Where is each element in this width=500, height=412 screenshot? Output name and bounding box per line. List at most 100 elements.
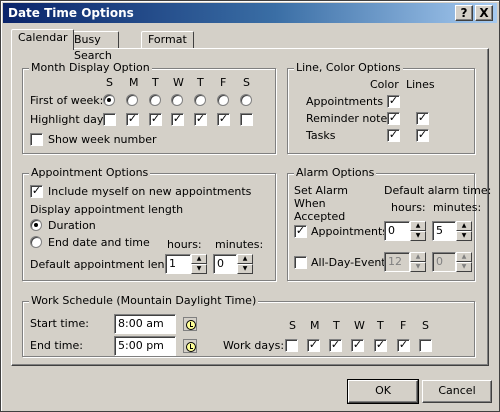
tasks-lines-checkbox[interactable]: ✓: [416, 129, 429, 142]
highlight-day-label: Highlight day:: [30, 113, 107, 126]
reminder-lines-checkbox[interactable]: ✓: [416, 112, 429, 125]
workday-checkbox-tue[interactable]: ✓: [329, 339, 342, 352]
alarm-allday-minutes-down-arrow-icon[interactable]: ▼: [456, 262, 472, 272]
first-of-week-radio-thu[interactable]: [194, 94, 206, 106]
line-color-row-appointments: Appointments: [306, 95, 384, 108]
first-of-week-radio-sat[interactable]: [240, 94, 252, 106]
highlight-checkbox-tue[interactable]: ✓: [149, 113, 162, 126]
work-day-header-tue: T: [333, 319, 340, 332]
workday-checkbox-sun[interactable]: [285, 339, 298, 352]
line-color-legend: Line, Color Options: [294, 61, 403, 74]
highlight-checkbox-thu[interactable]: ✓: [194, 113, 207, 126]
work-schedule-legend: Work Schedule (Mountain Daylight Time): [29, 294, 259, 307]
month-day-header-mon: M: [129, 76, 139, 89]
alarm-appt-minutes-input[interactable]: 5: [432, 221, 456, 241]
appt-hours-down-arrow-icon[interactable]: ▼: [191, 264, 207, 274]
start-time-input[interactable]: 8:00 am: [114, 314, 176, 334]
appt-hours-input[interactable]: 1: [165, 254, 191, 274]
work-day-header-sat: S: [422, 319, 429, 332]
appointments-color-checkbox[interactable]: ✓: [387, 95, 400, 108]
appt-minutes-down-arrow-icon[interactable]: ▼: [237, 264, 253, 274]
alarm-minutes-label: minutes:: [433, 201, 482, 214]
title-bar: Date Time Options ? X: [3, 3, 497, 23]
alarm-appt-hours-down-arrow-icon[interactable]: ▼: [410, 231, 426, 241]
alarm-all-day-label: All-Day-Events: [311, 256, 392, 269]
end-time-clock-icon[interactable]: [183, 339, 197, 353]
help-button[interactable]: ?: [455, 5, 473, 21]
tasks-color-checkbox[interactable]: ✓: [387, 129, 400, 142]
alarm-appt-hours-up-arrow-icon[interactable]: ▲: [410, 221, 426, 231]
alarm-appt-hours-input[interactable]: 0: [384, 221, 410, 241]
workday-checkbox-mon[interactable]: ✓: [307, 339, 320, 352]
alarm-appt-minutes-down-arrow-icon[interactable]: ▼: [456, 231, 472, 241]
end-time-label: End time:: [30, 339, 83, 352]
appt-minutes-input[interactable]: 0: [213, 254, 237, 274]
reminder-color-checkbox[interactable]: ✓: [387, 112, 400, 125]
appt-minutes-label: minutes:: [215, 238, 264, 251]
month-display-legend: Month Display Option: [29, 61, 152, 74]
line-color-row-tasks: Tasks: [306, 129, 336, 142]
start-time-label: Start time:: [30, 317, 89, 330]
alarm-allday-hours-down-arrow-icon[interactable]: ▼: [410, 262, 426, 272]
work-day-header-fri: F: [400, 319, 407, 332]
alarm-options-legend: Alarm Options: [294, 166, 377, 179]
close-button[interactable]: X: [475, 5, 493, 21]
first-of-week-radio-sun[interactable]: [103, 94, 115, 106]
ok-button[interactable]: OK: [347, 379, 419, 404]
include-myself-label: Include myself on new appointments: [48, 185, 252, 198]
tab-busy-search[interactable]: Busy Search: [67, 31, 119, 62]
highlight-checkbox-sun[interactable]: [103, 113, 116, 126]
workday-checkbox-fri[interactable]: ✓: [397, 339, 410, 352]
show-week-number-checkbox[interactable]: [30, 133, 43, 146]
alarm-allday-minutes-up-arrow-icon[interactable]: ▲: [456, 252, 472, 262]
first-of-week-radio-wed[interactable]: [171, 94, 183, 106]
first-of-week-radio-fri[interactable]: [217, 94, 229, 106]
display-length-label: Display appointment length: [30, 203, 184, 216]
highlight-checkbox-sat[interactable]: [240, 113, 253, 126]
workday-checkbox-wed[interactable]: ✓: [351, 339, 364, 352]
end-time-input[interactable]: 5:00 pm: [114, 336, 176, 356]
alarm-appt-minutes-up-arrow-icon[interactable]: ▲: [456, 221, 472, 231]
line-color-group: Line, Color Options Color Lines Appointm…: [287, 61, 475, 154]
default-length-label: Default appointment length:: [30, 258, 187, 271]
alarm-allday-hours-up-arrow-icon[interactable]: ▲: [410, 252, 426, 262]
workday-checkbox-sat[interactable]: [419, 339, 432, 352]
appt-hours-up-arrow-icon[interactable]: ▲: [191, 254, 207, 264]
alarm-appt-hours-spinner[interactable]: ▲ ▼: [410, 221, 426, 241]
work-schedule-group: Work Schedule (Mountain Daylight Time) S…: [22, 294, 475, 357]
line-color-row-reminder: Reminder notes: [306, 112, 393, 125]
alarm-allday-minutes-input[interactable]: 0: [432, 252, 456, 272]
duration-radio[interactable]: [30, 219, 42, 231]
duration-label: Duration: [48, 219, 96, 232]
tab-format[interactable]: Format: [141, 31, 194, 49]
set-alarm-when-label: Set Alarm When Accepted: [294, 184, 348, 223]
appt-hours-spinner[interactable]: ▲ ▼: [191, 254, 207, 274]
appt-minutes-up-arrow-icon[interactable]: ▲: [237, 254, 253, 264]
alarm-appointments-checkbox[interactable]: ✓: [294, 225, 307, 238]
highlight-checkbox-wed[interactable]: ✓: [171, 113, 184, 126]
alarm-allday-hours-spinner[interactable]: ▲ ▼: [410, 252, 426, 272]
start-time-clock-icon[interactable]: [183, 317, 197, 331]
workday-checkbox-thu[interactable]: ✓: [374, 339, 387, 352]
tab-calendar[interactable]: Calendar: [11, 29, 75, 50]
end-date-time-radio[interactable]: [30, 236, 42, 248]
line-color-col-color: Color: [370, 78, 399, 91]
appt-minutes-spinner[interactable]: ▲ ▼: [237, 254, 253, 274]
alarm-all-day-checkbox[interactable]: [294, 256, 307, 269]
highlight-checkbox-fri[interactable]: ✓: [217, 113, 230, 126]
month-day-header-sat: S: [243, 76, 250, 89]
alarm-allday-hours-input[interactable]: 12: [384, 252, 410, 272]
first-of-week-radio-tue[interactable]: [149, 94, 161, 106]
first-of-week-radio-mon[interactable]: [126, 94, 138, 106]
cancel-button[interactable]: Cancel: [422, 380, 492, 403]
work-day-header-mon: M: [310, 319, 320, 332]
alarm-allday-minutes-spinner[interactable]: ▲ ▼: [456, 252, 472, 272]
highlight-checkbox-mon[interactable]: ✓: [126, 113, 139, 126]
month-display-group: Month Display Option S M T W T F S First…: [22, 61, 276, 154]
alarm-appt-minutes-spinner[interactable]: ▲ ▼: [456, 221, 472, 241]
date-time-options-dialog: Date Time Options ? X Calendar Busy Sear…: [0, 0, 500, 412]
alarm-hours-label: hours:: [391, 201, 426, 214]
include-myself-checkbox[interactable]: ✓: [30, 185, 43, 198]
month-day-header-thu: T: [197, 76, 204, 89]
work-day-header-wed: W: [354, 319, 365, 332]
